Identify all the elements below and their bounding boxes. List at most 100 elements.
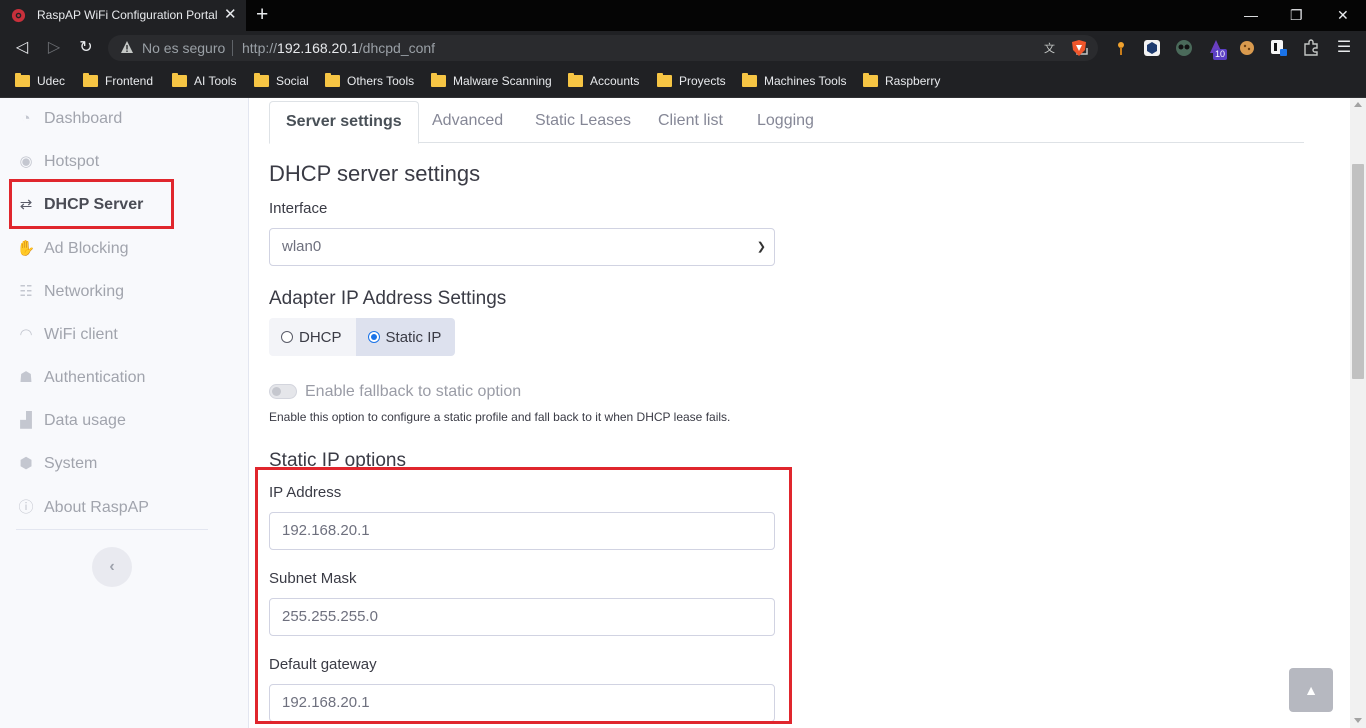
bookmark-folder[interactable]: Machines Tools bbox=[742, 73, 847, 89]
bookmark-folder[interactable]: AI Tools bbox=[172, 73, 236, 89]
svg-text:文: 文 bbox=[1044, 41, 1055, 55]
sidebar-collapse-button[interactable]: ‹ bbox=[92, 547, 132, 587]
dhcp-radio[interactable] bbox=[281, 331, 293, 343]
brave-shield-icon[interactable] bbox=[1070, 39, 1088, 57]
sidebar-item-label: WiFi client bbox=[44, 326, 118, 343]
forward-icon[interactable]: ▷ bbox=[44, 38, 64, 58]
dhcp-server-highlight bbox=[9, 179, 174, 229]
scrollbar-thumb[interactable] bbox=[1352, 164, 1364, 379]
restore-window-button[interactable]: ❐ bbox=[1290, 6, 1303, 24]
sidebar-item-ad-blocking[interactable]: ✋ Ad Blocking bbox=[16, 234, 129, 264]
sidebar-item-about-raspap[interactable]: ⓘ About RaspAP bbox=[16, 493, 149, 523]
fallback-label: Enable fallback to static option bbox=[305, 383, 522, 400]
warning-icon[interactable] bbox=[120, 40, 134, 54]
folder-icon bbox=[568, 73, 583, 87]
sidebar-item-authentication[interactable]: ☗ Authentication bbox=[16, 363, 145, 393]
tab-close-icon[interactable]: ✕ bbox=[224, 6, 237, 24]
sidebar-item-label: Networking bbox=[44, 283, 125, 300]
reload-icon[interactable]: ↻ bbox=[76, 38, 96, 58]
bookmark-folder[interactable]: Others Tools bbox=[325, 73, 414, 89]
sidebar-item-dashboard[interactable]: ◔ Dashboard bbox=[16, 104, 122, 134]
bookmark-label: Raspberry bbox=[885, 74, 941, 88]
bookmark-folder[interactable]: Udec bbox=[15, 73, 65, 89]
bookmark-label: Others Tools bbox=[347, 74, 415, 88]
extension-media-icon[interactable] bbox=[1270, 39, 1288, 57]
bookmark-folder[interactable]: Raspberry bbox=[863, 73, 940, 89]
url-text[interactable]: http://192.168.20.1/dhcpd_conf bbox=[242, 40, 435, 56]
scroll-to-top-button[interactable]: ▲ bbox=[1289, 668, 1333, 712]
tab-static-leases[interactable]: Static Leases bbox=[519, 101, 647, 143]
fallback-help-text: Enable this option to configure a static… bbox=[269, 410, 731, 424]
bookmark-folder[interactable]: Social bbox=[254, 73, 309, 89]
static-ip-mode-option[interactable]: Static IP bbox=[355, 318, 456, 356]
address-bar[interactable]: No es seguro http://192.168.20.1/dhcpd_c… bbox=[108, 35, 1098, 61]
sidebar-divider bbox=[16, 529, 208, 530]
sidebar-item-label: System bbox=[44, 455, 98, 472]
dhcp-mode-label: DHCP bbox=[299, 328, 342, 346]
menu-icon[interactable]: ☰ bbox=[1334, 38, 1354, 58]
new-tab-button[interactable]: + bbox=[256, 3, 268, 27]
adapter-settings-title: Adapter IP Address Settings bbox=[269, 288, 507, 309]
close-window-button[interactable]: ✕ bbox=[1337, 6, 1349, 24]
interface-label: Interface bbox=[269, 200, 328, 217]
scroll-down-arrow-icon[interactable] bbox=[1354, 718, 1362, 723]
interface-select[interactable]: wlan0 ❯ bbox=[269, 228, 775, 266]
extensions-puzzle-icon[interactable] bbox=[1302, 39, 1320, 57]
hand-paper-icon: ✋ bbox=[16, 240, 36, 257]
translate-icon[interactable]: 文 bbox=[1044, 40, 1060, 56]
sidebar-item-hotspot[interactable]: ◉ Hotspot bbox=[16, 147, 99, 177]
tab-advanced[interactable]: Advanced bbox=[416, 101, 519, 143]
sidebar-item-data-usage[interactable]: ▟ Data usage bbox=[16, 406, 126, 436]
tab-logging[interactable]: Logging bbox=[741, 101, 830, 143]
security-label[interactable]: No es seguro bbox=[142, 40, 225, 56]
browser-toolbar: ◁ ▷ ↻ No es seguro http://192.168.20.1/d… bbox=[0, 31, 1366, 65]
static-ip-mode-label: Static IP bbox=[385, 328, 442, 346]
settings-tabs: Server settings Advanced Static Leases C… bbox=[269, 101, 1304, 144]
dhcp-mode-option[interactable]: DHCP bbox=[269, 318, 356, 356]
bookmark-folder[interactable]: Malware Scanning bbox=[431, 73, 552, 89]
tab-server-settings[interactable]: Server settings bbox=[269, 101, 419, 144]
page-scrollbar[interactable] bbox=[1350, 98, 1366, 728]
extension-glasses-icon[interactable] bbox=[1175, 39, 1193, 57]
chart-bar-icon: ▟ bbox=[20, 412, 32, 429]
bookmark-label: Frontend bbox=[105, 74, 154, 88]
sidebar-item-wifi-client[interactable]: ◠ WiFi client bbox=[16, 320, 118, 350]
back-icon[interactable]: ◁ bbox=[12, 38, 32, 58]
folder-icon bbox=[15, 73, 30, 87]
extension-pin-icon[interactable] bbox=[1112, 39, 1130, 57]
url-host: 192.168.20.1 bbox=[277, 40, 359, 56]
folder-icon bbox=[863, 73, 878, 87]
sidebar-item-label: About RaspAP bbox=[44, 499, 149, 516]
folder-icon bbox=[325, 73, 340, 87]
folder-icon bbox=[83, 73, 98, 87]
bookmark-folder[interactable]: Frontend bbox=[83, 73, 153, 89]
user-lock-icon: ☗ bbox=[19, 369, 33, 386]
network-icon: ☷ bbox=[19, 283, 33, 300]
browser-tab-strip: RaspAP WiFi Configuration Portal ✕ + — ❐… bbox=[0, 0, 1366, 31]
extension-hex-icon[interactable] bbox=[1143, 39, 1161, 57]
bookmark-label: Malware Scanning bbox=[453, 74, 552, 88]
sidebar-item-label: Data usage bbox=[44, 412, 126, 429]
static-ip-highlight bbox=[255, 467, 792, 724]
address-separator bbox=[232, 40, 233, 56]
tachometer-icon: ◔ bbox=[21, 110, 31, 127]
bookmark-label: AI Tools bbox=[194, 74, 237, 88]
tab-client-list[interactable]: Client list bbox=[642, 101, 739, 143]
folder-icon bbox=[657, 73, 672, 87]
extension-wizard-icon[interactable]: 10 bbox=[1207, 39, 1231, 60]
sidebar-item-networking[interactable]: ☷ Networking bbox=[16, 277, 124, 307]
sidebar-item-label: Ad Blocking bbox=[44, 240, 129, 257]
bookmark-folder[interactable]: Proyects bbox=[657, 73, 726, 89]
minimize-window-button[interactable]: — bbox=[1244, 6, 1258, 24]
fallback-toggle[interactable] bbox=[269, 384, 297, 399]
wifi-icon: ◠ bbox=[19, 326, 33, 343]
static-ip-radio[interactable] bbox=[367, 331, 380, 343]
page-viewport: ◔ Dashboard ◉ Hotspot ⇄ DHCP Server ✋ Ad… bbox=[0, 98, 1366, 728]
browser-tab[interactable]: RaspAP WiFi Configuration Portal ✕ bbox=[0, 0, 246, 31]
bookmark-folder[interactable]: Accounts bbox=[568, 73, 639, 89]
scroll-up-arrow-icon[interactable] bbox=[1354, 102, 1362, 107]
cookie-icon[interactable] bbox=[1238, 39, 1256, 57]
info-circle-icon: ⓘ bbox=[18, 499, 34, 516]
sidebar-item-system[interactable]: ⬢ System bbox=[16, 449, 97, 479]
folder-icon bbox=[431, 73, 446, 87]
